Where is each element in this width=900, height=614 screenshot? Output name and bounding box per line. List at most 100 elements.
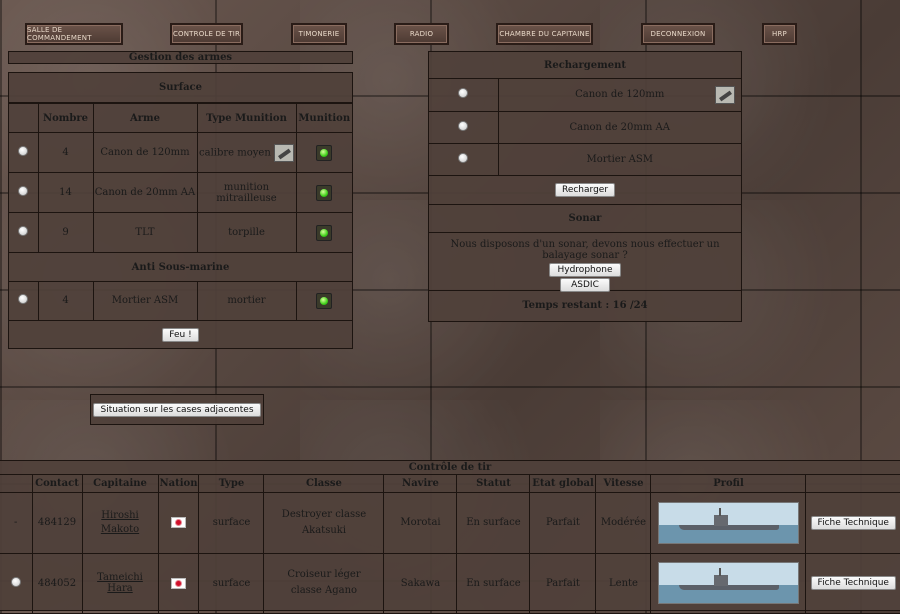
- weapons-title: Gestion des armes: [128, 52, 233, 63]
- contact-type: surface: [198, 552, 265, 614]
- table-row: Canon de 20mm AA: [429, 110, 741, 144]
- reload-radio[interactable]: [458, 152, 469, 163]
- reload-sonar-panel: Rechargement Canon de 120mm Canon de 20m…: [428, 51, 742, 322]
- sonar-question: Nous disposons d'un sonar, devons nous e…: [450, 238, 720, 261]
- nav-timonerie[interactable]: Timonerie: [291, 23, 347, 45]
- fire-button[interactable]: Feu !: [162, 327, 199, 342]
- ship-profile-image: [657, 562, 799, 604]
- col-profil: Profil: [650, 475, 807, 493]
- nav-deconnexion[interactable]: Deconnexion: [641, 23, 715, 45]
- nav-hrp[interactable]: HRP: [762, 23, 797, 45]
- contact-statut: En surface: [456, 552, 531, 614]
- fire-control-title: Contrôle de tir: [0, 461, 900, 475]
- contact-etat: Parfait: [529, 552, 597, 614]
- ammo-status-led-icon: [316, 144, 333, 161]
- table-row: 14 Canon de 20mm AA munition mitrailleus…: [9, 172, 352, 213]
- reload-title: Rechargement: [429, 52, 741, 79]
- col-classe: Classe: [263, 475, 385, 493]
- weapon-type-munition: mortier: [196, 282, 297, 321]
- contact-radio[interactable]: [10, 576, 21, 587]
- table-row: 4 Canon de 120mm calibre moyen: [9, 132, 352, 173]
- captain-link[interactable]: Tameichi Hara: [97, 572, 143, 594]
- weapon-nombre: 4: [37, 282, 94, 321]
- table-row: - 484129 Hiroshi Makoto surface Destroye…: [0, 491, 900, 554]
- col-nation: Nation: [157, 475, 200, 493]
- ammo-status-led-icon: [316, 184, 333, 201]
- surface-title: Surface: [9, 73, 352, 103]
- reload-weapon-label: Canon de 20mm AA: [497, 110, 741, 144]
- col-munition: Munition: [295, 103, 352, 133]
- reload-weapon-label: Canon de 120mm: [575, 89, 665, 101]
- weapon-arme: Canon de 120mm: [92, 132, 198, 173]
- weapon-nombre: 14: [37, 172, 94, 213]
- hydrophone-button[interactable]: Hydrophone: [548, 262, 622, 277]
- surface-table: Nombre Arme Type Munition Munition 4 Can…: [9, 103, 352, 253]
- nav-salle-de-commandement[interactable]: Salle de commandement: [25, 23, 123, 45]
- table-row: Mortier ASM: [429, 142, 741, 176]
- reload-radio[interactable]: [458, 88, 469, 99]
- weapon-radio[interactable]: [18, 226, 29, 236]
- fire-control-panel: Contrôle de tir Contact Capitaine Nation…: [0, 460, 900, 614]
- ship-profile-image: [657, 501, 799, 544]
- contact-statut: En surface: [456, 491, 531, 554]
- contact-vitesse: Modérée: [595, 491, 652, 554]
- time-remaining: Temps restant : 16 /24: [522, 299, 648, 311]
- col-type-munition: Type Munition: [196, 103, 297, 133]
- col-statut: Statut: [456, 475, 531, 493]
- japan-flag-icon: [170, 577, 186, 589]
- weapon-nombre: 4: [37, 132, 94, 173]
- col-arme: Arme: [92, 103, 198, 133]
- contact-navire: Sakawa: [383, 552, 458, 614]
- weapon-radio[interactable]: [18, 146, 29, 156]
- ammo-status-led-icon: [316, 292, 333, 309]
- nav-chambre-du-capitaine[interactable]: Chambre du capitaine: [496, 23, 593, 45]
- weapon-type-munition-cell: calibre moyen: [196, 132, 297, 173]
- fiche-technique-button[interactable]: Fiche Technique: [810, 576, 896, 590]
- nav-controle-de-tir[interactable]: Controle de tir: [170, 23, 243, 45]
- captain-link[interactable]: Hiroshi Makoto: [100, 509, 140, 537]
- col-nombre: Nombre: [37, 103, 94, 133]
- contact-select: -: [0, 491, 33, 554]
- contact-classe: Croiseur léger classe Agano: [263, 552, 385, 614]
- weapon-radio[interactable]: [18, 186, 29, 196]
- contact-id: 484052: [31, 552, 83, 614]
- table-row: 4 Mortier ASM mortier: [9, 282, 352, 321]
- ammo-status-led-icon: [316, 224, 333, 241]
- col-etat-global: Etat global: [529, 475, 597, 493]
- col-vitesse: Vitesse: [595, 475, 652, 493]
- asdic-button[interactable]: ASDIC: [560, 277, 610, 292]
- asm-table: 4 Mortier ASM mortier: [9, 282, 352, 321]
- table-row: Canon de 120mm: [429, 79, 741, 112]
- table-row: 9 TLT torpille: [9, 212, 352, 253]
- ammo-shell-icon[interactable]: [273, 143, 294, 162]
- weapon-type-munition: calibre moyen: [199, 147, 271, 158]
- col-contact: Contact: [31, 475, 83, 493]
- nav-radio[interactable]: Radio: [394, 23, 449, 45]
- ammo-shell-icon: [715, 86, 735, 104]
- select-col-header: [0, 475, 33, 493]
- table-row: 484052 Tameichi Hara surface Croiseur lé…: [0, 552, 900, 614]
- japan-flag-icon: [170, 517, 186, 528]
- adjacent-situation-button[interactable]: Situation sur les cases adjacentes: [93, 402, 261, 417]
- col-navire: Navire: [383, 475, 458, 493]
- contact-id: 484129: [31, 491, 83, 554]
- weapons-panel: Surface Nombre Arme Type Munition Muniti…: [8, 72, 353, 349]
- reload-weapon-label: Mortier ASM: [497, 142, 741, 176]
- reload-button[interactable]: Recharger: [554, 182, 616, 197]
- col-type: Type: [198, 475, 265, 493]
- adjacent-panel: Situation sur les cases adjacentes: [90, 394, 264, 425]
- contact-etat: Parfait: [529, 491, 597, 554]
- weapon-arme: Mortier ASM: [92, 282, 198, 321]
- reload-table: Canon de 120mm Canon de 20mm AA Mortier …: [429, 79, 741, 176]
- fire-control-table: Contact Capitaine Nation Type Classe Nav…: [0, 475, 900, 614]
- contact-vitesse: Lente: [595, 552, 652, 614]
- weapon-arme: TLT: [92, 212, 198, 253]
- reload-radio[interactable]: [458, 120, 469, 131]
- weapon-arme: Canon de 20mm AA: [92, 172, 198, 213]
- weapon-radio[interactable]: [18, 294, 29, 305]
- col-capitaine: Capitaine: [81, 475, 159, 493]
- fiche-technique-button[interactable]: Fiche Technique: [810, 515, 896, 530]
- weapon-type-munition: torpille: [196, 212, 297, 253]
- weapon-type-munition: munition mitrailleuse: [196, 172, 297, 213]
- contact-navire: Morotai: [383, 491, 458, 554]
